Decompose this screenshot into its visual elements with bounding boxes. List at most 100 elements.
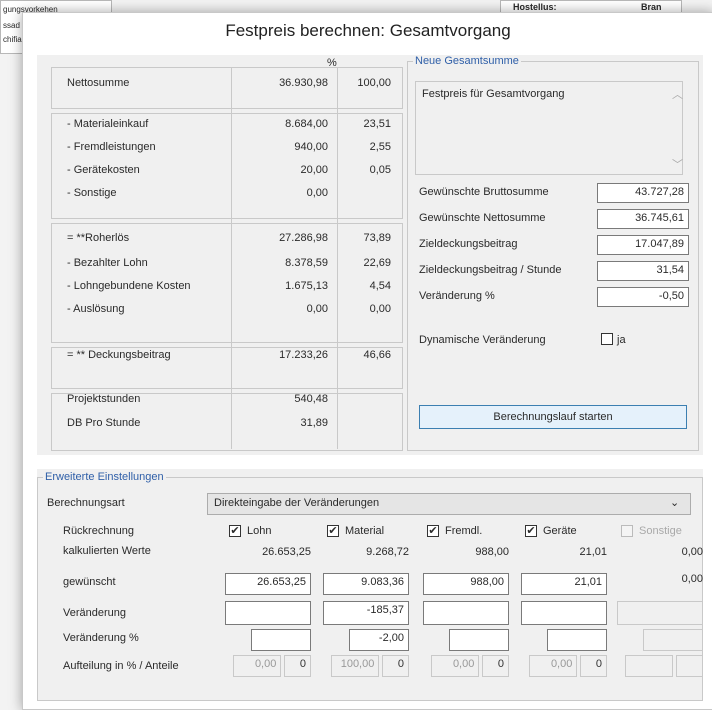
column-checkbox-2[interactable]: ✔ [327,525,339,537]
summary-row-percent: 73,89 [363,232,391,244]
neue-field-label: Gewünschte Bruttosumme [419,186,549,198]
column-label-1: Lohn [247,525,272,537]
dynamic-checkbox[interactable] [601,333,613,345]
veraenderung-input[interactable] [423,601,509,625]
summary-row-value: 540,48 [294,393,328,405]
summary-row-label: Nettosumme [67,77,130,89]
summary-row-label: Projektstunden [67,393,141,405]
chevron-down-icon: ⌄ [670,497,680,509]
erweitert-legend: Erweiterte Einstellungen [43,471,166,483]
erweitert-row-label: gewünscht [63,576,116,588]
column-label-2: Material [345,525,385,537]
column-checkbox-3[interactable]: ✔ [427,525,439,537]
neue-field-input[interactable]: 31,54 [597,261,689,281]
summary-row-label: - Gerätekosten [67,164,140,176]
neue-field-input[interactable]: 17.047,89 [597,235,689,255]
neue-field-input[interactable]: 43.727,28 [597,183,689,203]
summary-row-label: - Sonstige [67,187,117,199]
summary-row-label: = ** Deckungsbeitrag [67,349,171,361]
summary-row-value: 0,00 [306,187,328,199]
dynamic-ja-label: ja [617,334,626,346]
memo-scroll-up-icon[interactable]: ︿ [672,86,683,102]
neue-field-input[interactable]: 36.745,61 [597,209,689,229]
column-label-3: Fremdl. [445,525,483,537]
summary-row-percent: 2,55 [369,141,391,153]
neue-legend: Neue Gesamtsumme [413,55,521,67]
aufteilung-pct-input[interactable] [625,655,674,677]
neue-field-label: Zieldeckungsbeitrag [419,238,518,250]
festpreis-dialog: Festpreis berechnen: Gesamtvorgang % Neu… [22,12,712,710]
column-checkbox-1[interactable]: ✔ [229,525,241,537]
dialog-title: Festpreis berechnen: Gesamtvorgang [225,21,511,40]
veraenderung-pct-input[interactable] [449,629,509,651]
aufteilung-pct-input[interactable]: 0,00 [233,655,282,677]
summary-row-percent: 100,00 [357,77,391,89]
bg-text-3: chifia [3,35,22,44]
summary-row-label: = **Roherlös [67,232,130,244]
veraenderung-pct-input[interactable]: -2,00 [349,629,409,651]
aufteilung-pct-input[interactable]: 0,00 [431,655,480,677]
summary-row-percent: 46,66 [363,349,391,361]
veraenderung-input[interactable] [225,601,311,625]
aufteilung-anteil-input[interactable]: 0 [482,655,509,677]
gewuenscht-input: 0,00 [681,573,703,585]
neue-field-input[interactable]: -0,50 [597,287,689,307]
summary-row-value: 27.286,98 [279,232,328,244]
erweitert-row-label: Veränderung % [63,632,139,644]
summary-row-percent: 23,51 [363,118,391,130]
erweitert-row-label: Rückrechnung [63,525,134,537]
summary-row-label: - Materialeinkauf [67,118,149,130]
summary-row-value: 940,00 [294,141,328,153]
column-label-4: Geräte [543,525,577,537]
summary-row-value: 8.378,59 [285,257,328,269]
gewuenscht-input[interactable]: 26.653,25 [225,573,311,595]
summary-row-value: 17.233,26 [279,349,328,361]
aufteilung-anteil-input[interactable]: 0 [284,655,311,677]
bg-right-label: Hostellus: [513,2,557,12]
neue-field-label: Gewünschte Nettosumme [419,212,546,224]
aufteilung-anteil-input[interactable]: 0 [382,655,409,677]
erweitert-row-label: Aufteilung in % / Anteile [63,660,179,672]
veraenderung-pct-input[interactable] [251,629,311,651]
summary-row-percent: 4,54 [369,280,391,292]
kalk-value: 988,00 [475,546,509,558]
gewuenscht-input[interactable]: 988,00 [423,573,509,595]
column-checkbox-4[interactable]: ✔ [525,525,537,537]
start-calculation-button[interactable]: Berechnungslauf starten [419,405,687,429]
erweitert-row-label: Veränderung [63,607,126,619]
bg-right-value: Bran [641,2,662,12]
veraenderung-input[interactable]: -185,37 [323,601,409,625]
aufteilung-anteil-input[interactable] [676,655,703,677]
gewuenscht-input[interactable]: 9.083,36 [323,573,409,595]
column-checkbox-5[interactable] [621,525,633,537]
summary-row-value: 0,00 [306,303,328,315]
aufteilung-pct-input[interactable]: 100,00 [331,655,380,677]
veraenderung-input[interactable] [521,601,607,625]
berechnungsart-label: Berechnungsart [47,497,125,509]
aufteilung-anteil-input[interactable]: 0 [580,655,607,677]
aufteilung-pct-input[interactable]: 0,00 [529,655,578,677]
kalk-value: 21,01 [579,546,607,558]
neue-panel: Neue Gesamtsumme Festpreis für Gesamtvor… [407,55,703,455]
neue-field-label: Zieldeckungsbeitrag / Stunde [419,264,562,276]
summary-row-value: 36.930,98 [279,77,328,89]
veraenderung-pct-input[interactable] [547,629,607,651]
summary-row-value: 1.675,13 [285,280,328,292]
kalk-value: 26.653,25 [262,546,311,558]
memo-text: Festpreis für Gesamtvorgang [422,88,565,100]
summary-row-percent: 0,05 [369,164,391,176]
memo-scroll-down-icon[interactable]: ﹀ [672,156,683,172]
veraenderung-input [617,601,703,625]
bg-text-2: ssad [3,21,20,30]
memo-field[interactable]: Festpreis für Gesamtvorgang ︿ ﹀ [415,81,683,175]
berechnungsart-value: Direkteingabe der Veränderungen [214,497,380,509]
summary-row-value: 31,89 [300,417,328,429]
summary-row-label: - Bezahlter Lohn [67,257,148,269]
erweitert-row-label: kalkulierten Werte [63,545,151,557]
berechnungsart-select[interactable]: Direkteingabe der Veränderungen ⌄ [207,493,691,515]
kalk-value: 9.268,72 [366,546,409,558]
summary-row-value: 8.684,00 [285,118,328,130]
summary-row-label: - Lohngebundene Kosten [67,280,191,292]
summary-row-percent: 22,69 [363,257,391,269]
gewuenscht-input[interactable]: 21,01 [521,573,607,595]
